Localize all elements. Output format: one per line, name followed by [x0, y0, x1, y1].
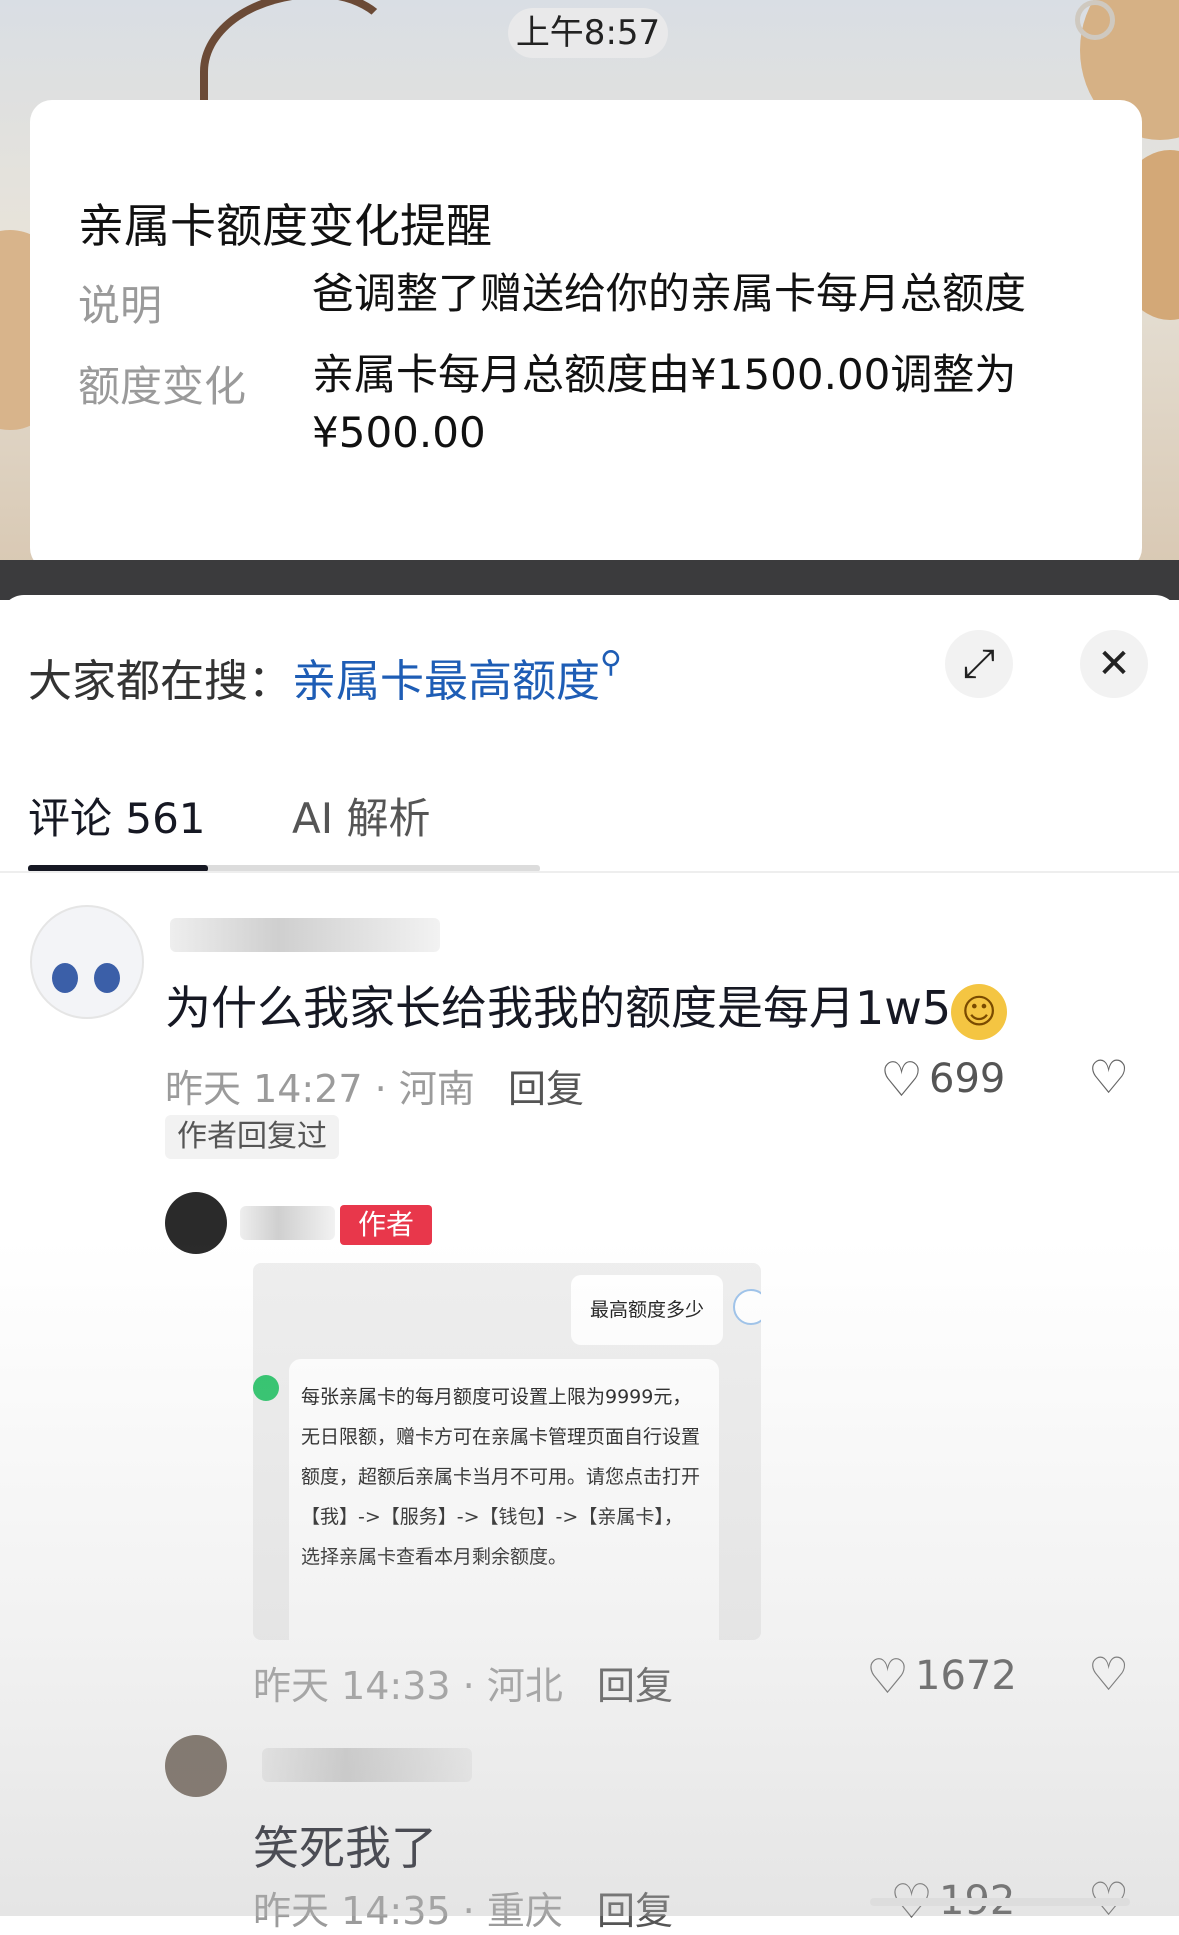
chat-answer-bubble: 每张亲属卡的每月额度可设置上限为9999元，无日限额，赠卡方可在亲属卡管理页面自… [289, 1359, 719, 1640]
username-blurred[interactable] [240, 1206, 335, 1240]
comment-sheet: 大家都在搜：亲属卡最高额度⚲ ⤢ ✕ 评论 561 AI 解析 [0, 595, 1179, 1916]
like-count: 1672 [915, 1653, 1017, 1699]
home-indicator[interactable] [870, 1898, 1130, 1906]
comment-text: 为什么我家长给我我的额度是每月1w5 ☺ [165, 972, 1008, 1040]
limit-change-line1: 亲属卡每月总额度由¥1500.00调整为 [312, 350, 1017, 399]
close-icon[interactable]: ✕ [1080, 630, 1148, 698]
dislike-icon[interactable]: ♡ [1088, 1647, 1129, 1701]
username-blurred[interactable] [262, 1748, 472, 1782]
username-blurred[interactable] [170, 918, 440, 952]
reply-button[interactable]: 回复 [597, 1655, 673, 1710]
trending-search-prefix: 大家都在搜： [28, 656, 292, 707]
avatar[interactable] [165, 1735, 227, 1797]
dislike-icon[interactable]: ♡ [1088, 1050, 1129, 1104]
trending-search-keyword[interactable]: 亲属卡最高额度 [292, 656, 600, 707]
expand-icon[interactable]: ⤢ [945, 630, 1013, 698]
avatar[interactable] [165, 1192, 227, 1254]
reply-button[interactable]: 回复 [508, 1058, 584, 1113]
status-time: 上午8:57 [508, 8, 668, 58]
divider-band [0, 560, 1179, 600]
author-replied-tag: 作者回复过 [165, 1115, 339, 1159]
like-button[interactable]: ♡ 1672 [866, 1649, 1017, 1705]
comment-meta: 昨天 14:27 · 河南 [165, 1067, 475, 1111]
notice-value-description: 爸调整了赠送给你的亲属卡每月总额度 [312, 269, 1027, 318]
chat-answer-text: 每张亲属卡的每月额度可设置上限为9999元，无日限额，赠卡方可在亲属卡管理页面自… [301, 1386, 701, 1568]
reply-button[interactable]: 回复 [597, 1880, 673, 1935]
tab-comments[interactable]: 评论 561 [28, 785, 206, 846]
comment-meta: 昨天 14:33 · 河北 [253, 1664, 563, 1708]
search-icon[interactable] [1075, 0, 1115, 40]
notice-value-limit-change: 亲属卡每月总额度由¥1500.00调整为 ¥500.00 [312, 346, 1112, 462]
tab-ai-analysis[interactable]: AI 解析 [292, 785, 430, 846]
notification-card: 亲属卡额度变化提醒 说明 爸调整了赠送给你的亲属卡每月总额度 额度变化 亲属卡每… [30, 100, 1142, 565]
heart-icon: ♡ [880, 1052, 924, 1108]
tab-divider [0, 871, 1179, 873]
search-icon: ⚲ [600, 645, 622, 680]
avatar-eye [94, 963, 120, 993]
reply-image[interactable]: 最高额度多少 每张亲属卡的每月额度可设置上限为9999元，无日限额，赠卡方可在亲… [253, 1263, 761, 1640]
like-count: 699 [929, 1056, 1006, 1102]
comment-meta: 昨天 14:35 · 重庆 [253, 1889, 563, 1933]
chat-question-bubble: 最高额度多少 [571, 1275, 723, 1345]
notification-title: 亲属卡额度变化提醒 [78, 199, 492, 253]
chat-user-avatar [733, 1289, 761, 1325]
notice-label-description: 说明 [78, 281, 163, 330]
grinning-face-icon: ☺ [951, 983, 1008, 1040]
comment-text-content: 为什么我家长给我我的额度是每月1w5 [165, 981, 952, 1035]
avatar[interactable] [30, 905, 144, 1019]
limit-change-line2: ¥500.00 [312, 408, 486, 457]
video-background: 上午8:57 亲属卡额度变化提醒 说明 爸调整了赠送给你的亲属卡每月总额度 额度… [0, 0, 1179, 565]
comment-text: 笑死我了 [253, 1821, 437, 1875]
trending-search[interactable]: 大家都在搜：亲属卡最高额度⚲ [28, 645, 622, 709]
like-button[interactable]: ♡ 699 [880, 1052, 1005, 1108]
avatar-eye [52, 963, 78, 993]
author-badge: 作者 [340, 1205, 432, 1245]
notice-label-limit-change: 额度变化 [78, 362, 247, 411]
heart-icon: ♡ [866, 1649, 910, 1705]
assistant-icon [253, 1375, 279, 1401]
